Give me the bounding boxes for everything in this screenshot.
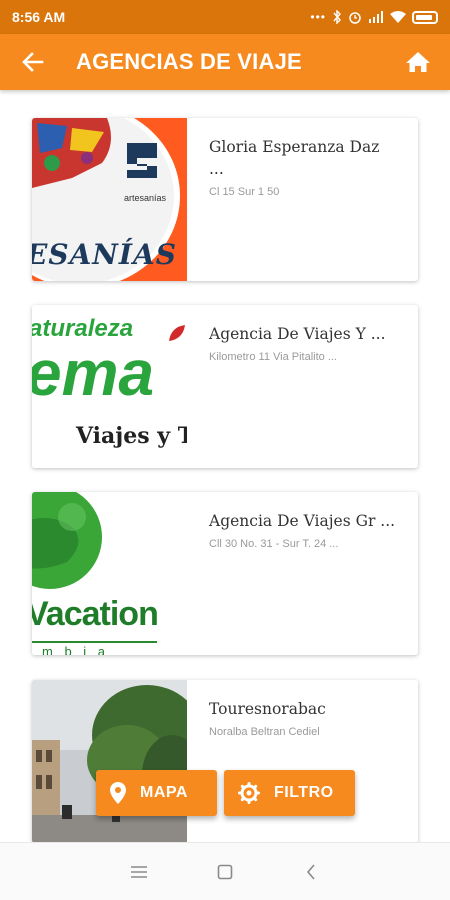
- agency-address: Noralba Beltran Cediel: [209, 726, 320, 738]
- arrow-left-icon: [22, 52, 44, 72]
- agency-image: [32, 680, 187, 843]
- agency-image: artesanías ESANÍAS: [32, 118, 187, 281]
- image-caption-large: Vacation: [32, 595, 159, 633]
- agency-name: Touresnorabac: [209, 700, 326, 718]
- home-button[interactable]: [386, 34, 450, 90]
- agency-info: Touresnorabac Noralba Beltran Cediel: [187, 680, 418, 843]
- image-caption-large: ESANÍAS: [32, 238, 177, 271]
- map-pin-icon: [110, 782, 126, 804]
- status-time: 8:56 AM: [12, 9, 66, 25]
- agency-image: aturaleza ema Viajes y Tu: [32, 305, 187, 468]
- app-bar: AGENCIAS DE VIAJE: [0, 34, 450, 90]
- square-icon: [217, 864, 233, 879]
- image-caption-bottom: Viajes y Tu: [76, 423, 187, 449]
- chevron-left-icon: [306, 863, 315, 880]
- agency-info: Agencia De Viajes Y ... Kilometro 11 Via…: [187, 305, 418, 468]
- signal-icon: [369, 11, 383, 23]
- status-bar: 8:56 AM •••: [0, 0, 450, 34]
- leaf-icon: [169, 325, 185, 341]
- agency-name: Agencia De Viajes Gr ...: [209, 512, 396, 530]
- agency-info: Agencia De Viajes Gr ... Cll 30 No. 31 -…: [187, 492, 418, 655]
- bluetooth-icon: [333, 10, 341, 24]
- back-nav-button[interactable]: [299, 860, 323, 884]
- recent-apps-button[interactable]: [127, 860, 151, 884]
- status-icons: •••: [310, 10, 438, 24]
- back-button[interactable]: [0, 34, 66, 90]
- agency-image: Vacation m b i a: [32, 492, 187, 655]
- image-caption-bottom: m b i a: [42, 644, 110, 655]
- agency-address: Cll 30 No. 31 - Sur T. 24 ...: [209, 538, 339, 550]
- page-title: AGENCIAS DE VIAJE: [76, 49, 302, 74]
- system-nav-bar: [0, 842, 450, 900]
- agency-card[interactable]: Vacation m b i a Agencia De Viajes Gr ..…: [32, 492, 418, 655]
- agency-card[interactable]: artesanías ESANÍAS Gloria Esperanza Daz …: [32, 118, 418, 281]
- notification-dots-icon: •••: [310, 10, 326, 24]
- agency-name: Agencia De Viajes Y ...: [209, 325, 386, 343]
- menu-icon: [131, 865, 147, 878]
- agency-address: Cl 15 Sur 1 50: [209, 186, 280, 198]
- alarm-icon: [349, 12, 361, 24]
- image-caption-large: ema: [32, 337, 155, 409]
- floating-actions: MAPA FILTRO: [96, 770, 355, 816]
- agency-address: Kilometro 11 Via Pitalito ...: [209, 351, 337, 363]
- home-nav-button[interactable]: [213, 860, 237, 884]
- battery-icon: [412, 10, 438, 24]
- map-button-label: MAPA: [140, 784, 188, 801]
- map-button[interactable]: MAPA: [96, 770, 217, 816]
- filter-button-label: FILTRO: [274, 784, 334, 801]
- agency-card[interactable]: Touresnorabac Noralba Beltran Cediel: [32, 680, 418, 843]
- filter-button[interactable]: FILTRO: [224, 770, 355, 816]
- agency-card[interactable]: aturaleza ema Viajes y Tu Agencia De Via…: [32, 305, 418, 468]
- agency-info: Gloria Esperanza Daz ... Cl 15 Sur 1 50: [187, 118, 418, 281]
- wifi-icon: [390, 11, 406, 23]
- image-caption-small: artesanías: [124, 193, 167, 203]
- home-icon: [406, 52, 430, 72]
- gear-icon: [238, 782, 260, 804]
- street-photo-image: [32, 680, 187, 843]
- agency-name: Gloria Esperanza Daz ...: [209, 138, 380, 178]
